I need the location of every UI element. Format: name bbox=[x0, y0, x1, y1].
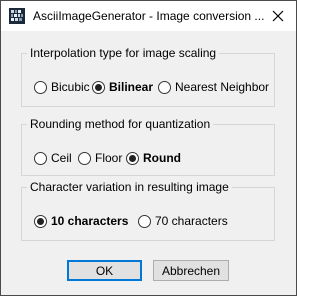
ok-button[interactable]: OK bbox=[67, 260, 142, 281]
radio-label: Floor bbox=[95, 151, 123, 165]
radio-label: Bicubic bbox=[51, 80, 90, 94]
app-icon bbox=[9, 8, 25, 24]
interpolation-group: Interpolation type for image scaling Bic… bbox=[21, 46, 275, 107]
radio-10-characters[interactable]: 10 characters bbox=[34, 214, 128, 228]
radio-bicubic[interactable]: Bicubic bbox=[34, 80, 90, 94]
radio-label: Nearest Neighbor bbox=[175, 80, 270, 94]
variation-group: Character variation in resulting image 1… bbox=[21, 180, 275, 241]
radio-button[interactable] bbox=[78, 151, 91, 165]
radio-button[interactable] bbox=[92, 80, 105, 94]
variation-legend: Character variation in resulting image bbox=[27, 180, 232, 194]
radio-70-characters[interactable]: 70 characters bbox=[138, 214, 228, 228]
radio-round[interactable]: Round bbox=[126, 151, 181, 165]
radio-ceil[interactable]: Ceil bbox=[34, 151, 72, 165]
radio-label: 70 characters bbox=[155, 214, 228, 228]
close-icon[interactable] bbox=[267, 7, 289, 25]
radio-label: Bilinear bbox=[109, 80, 154, 94]
dialog-content: Interpolation type for image scaling Bic… bbox=[1, 31, 296, 295]
radio-label: Ceil bbox=[51, 151, 72, 165]
title-bar[interactable]: AsciiImageGenerator - Image conversion .… bbox=[1, 1, 296, 31]
radio-label: 10 characters bbox=[51, 214, 129, 228]
interpolation-legend: Interpolation type for image scaling bbox=[27, 46, 220, 60]
radio-button[interactable] bbox=[34, 214, 47, 228]
cancel-button[interactable]: Abbrechen bbox=[153, 260, 229, 281]
radio-button[interactable] bbox=[126, 151, 139, 165]
rounding-legend: Rounding method for quantization bbox=[27, 117, 214, 131]
radio-button[interactable] bbox=[34, 151, 47, 165]
radio-button[interactable] bbox=[138, 214, 151, 228]
radio-floor[interactable]: Floor bbox=[78, 151, 122, 165]
radio-nearest-neighbor[interactable]: Nearest Neighbor bbox=[158, 80, 269, 94]
window-title: AsciiImageGenerator - Image conversion .… bbox=[33, 9, 265, 23]
radio-button[interactable] bbox=[34, 80, 47, 94]
radio-button[interactable] bbox=[158, 80, 171, 94]
radio-label: Round bbox=[143, 151, 181, 165]
rounding-group: Rounding method for quantization Ceil Fl… bbox=[21, 117, 275, 176]
radio-bilinear[interactable]: Bilinear bbox=[92, 80, 153, 94]
dialog-window: AsciiImageGenerator - Image conversion .… bbox=[0, 0, 297, 296]
